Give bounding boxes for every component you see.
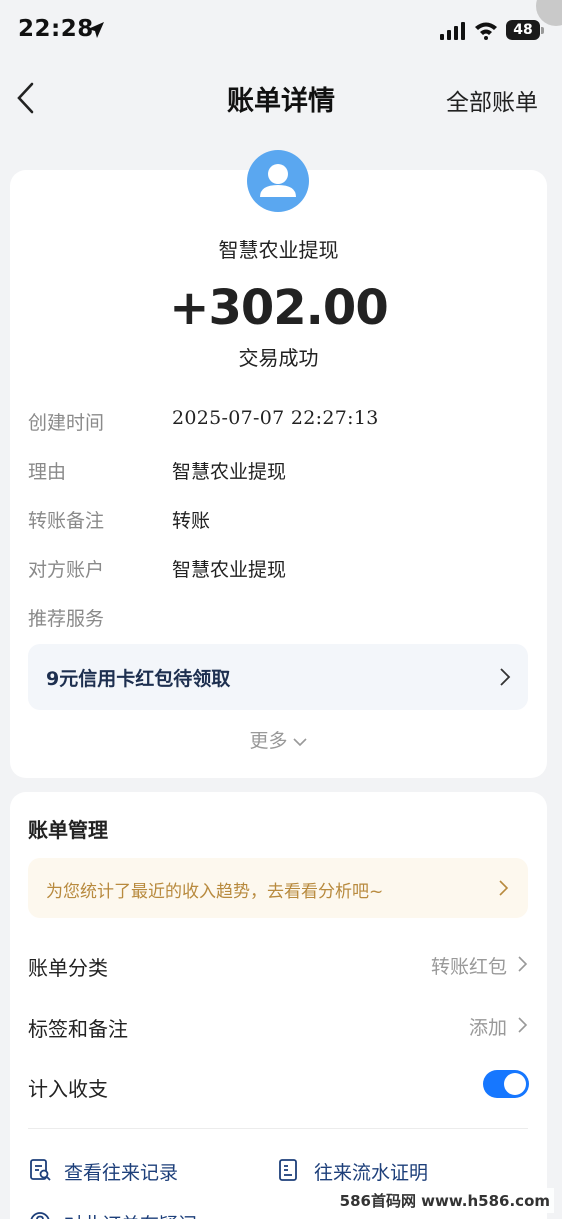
chevron-right-icon[interactable]: [517, 954, 529, 974]
view-history-link[interactable]: 查看往来记录: [64, 1158, 178, 1185]
cellular-signal-icon: [440, 22, 465, 40]
more-button[interactable]: 更多: [10, 726, 547, 753]
bill-amount: +302.00: [169, 280, 388, 336]
count-in-budget-label: 计入收支: [28, 1077, 108, 1101]
divider: [28, 1128, 528, 1129]
created-time-label: 创建时间: [28, 412, 105, 434]
toggle-knob: [504, 1073, 526, 1095]
wifi-icon: [475, 22, 497, 40]
reason-value: 智慧农业提现: [172, 461, 287, 483]
tip-text: 为您统计了最近的收入趋势，去看看分析吧~: [46, 882, 384, 902]
merchant-name: 智慧农业提现: [218, 238, 339, 262]
transfer-note-value: 转账: [172, 510, 211, 532]
transaction-status: 交易成功: [238, 346, 319, 370]
chevron-down-icon: [292, 737, 307, 746]
bill-category-value[interactable]: 转账红包: [431, 952, 507, 979]
status-time: 22:28: [18, 16, 94, 42]
recommended-service-label: 推荐服务: [28, 608, 105, 630]
reason-label: 理由: [28, 461, 67, 483]
user-icon: [260, 164, 296, 197]
watermark: 586首码网 www.h586.com: [335, 1188, 554, 1213]
count-in-budget-toggle[interactable]: [483, 1070, 529, 1098]
statement-proof-link[interactable]: 往来流水证明: [314, 1158, 428, 1185]
bill-detail-card: 智慧农业提现 +302.00 交易成功 创建时间 2025-07-07 22:2…: [10, 150, 547, 778]
assistive-touch[interactable]: [536, 0, 562, 26]
tags-notes-add[interactable]: 添加: [469, 1013, 507, 1040]
chevron-right-icon[interactable]: [517, 1015, 529, 1035]
question-icon: [30, 1212, 50, 1219]
battery-level: 48: [506, 20, 544, 40]
chevron-right-icon: [499, 880, 509, 896]
section-title: 账单管理: [28, 818, 108, 842]
counterparty-label: 对方账户: [28, 559, 105, 581]
avatar: [247, 150, 309, 212]
record-search-icon: [30, 1159, 51, 1181]
more-label: 更多: [249, 730, 288, 752]
location-arrow-icon: [88, 22, 104, 38]
credit-card-promo[interactable]: 9元信用卡红包待领取: [28, 644, 528, 710]
counterparty-value: 智慧农业提现: [172, 559, 287, 581]
transfer-note-label: 转账备注: [28, 510, 105, 532]
created-time-value: 2025-07-07 22:27:13: [172, 407, 379, 429]
statement-icon: [279, 1159, 297, 1181]
bill-category-label: 账单分类: [28, 956, 108, 980]
promo-text: 9元信用卡红包待领取: [46, 668, 231, 690]
all-bills-link[interactable]: 全部账单: [446, 83, 538, 117]
bill-management-card: 账单管理 为您统计了最近的收入趋势，去看看分析吧~ 账单分类 转账红包 标签和备…: [10, 792, 547, 1219]
order-question-link[interactable]: 对此订单有疑问: [64, 1210, 197, 1219]
chevron-right-icon: [500, 668, 511, 686]
status-bar: 22:28 48: [0, 0, 562, 60]
income-trend-tip[interactable]: 为您统计了最近的收入趋势，去看看分析吧~: [28, 858, 528, 918]
nav-bar: 账单详情 全部账单: [0, 62, 562, 132]
tags-notes-label: 标签和备注: [28, 1017, 128, 1041]
